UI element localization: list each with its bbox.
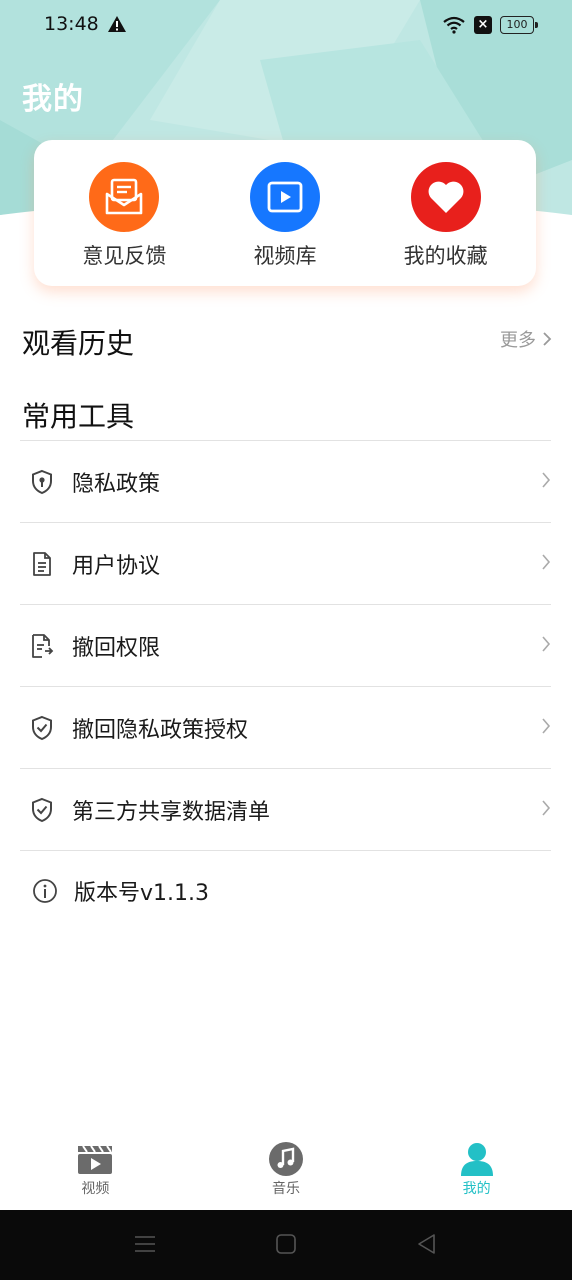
menu-item-user-agreement[interactable]: 用户协议 bbox=[20, 523, 551, 605]
document-edit-icon bbox=[32, 633, 54, 658]
document-icon bbox=[33, 551, 51, 576]
tab-label: 我的 bbox=[462, 1181, 491, 1197]
no-sim-icon: × bbox=[474, 16, 492, 34]
status-right-group: × 100 bbox=[442, 14, 538, 36]
tools-title: 常用工具 bbox=[22, 400, 135, 433]
tab-label: 视频 bbox=[81, 1181, 110, 1197]
bottom-nav: 视频 音乐 我的 bbox=[0, 1130, 572, 1210]
menu-item-label: 隐私政策 bbox=[72, 471, 161, 497]
warning-icon bbox=[108, 16, 126, 32]
chevron-right-icon bbox=[542, 800, 551, 816]
info-icon bbox=[33, 878, 57, 903]
status-bar: 13:48 × 100 bbox=[0, 0, 572, 52]
menu-item-label: 撤回权限 bbox=[72, 635, 161, 661]
version-label: 版本号v1.1.3 bbox=[74, 880, 209, 906]
home-icon[interactable] bbox=[275, 1233, 297, 1255]
menu-icon[interactable] bbox=[134, 1233, 156, 1255]
tab-music[interactable]: 音乐 bbox=[191, 1130, 382, 1210]
clapperboard-icon bbox=[78, 1145, 113, 1174]
chevron-right-icon bbox=[542, 472, 551, 488]
menu-item-label: 撤回隐私政策授权 bbox=[72, 717, 249, 743]
history-title: 观看历史 bbox=[22, 327, 135, 360]
feedback-action[interactable]: 意见反馈 bbox=[54, 162, 194, 270]
chevron-right-icon bbox=[542, 554, 551, 570]
status-time: 13:48 bbox=[44, 13, 99, 35]
version-row: 版本号v1.1.3 bbox=[20, 850, 551, 931]
music-note-icon bbox=[269, 1142, 303, 1176]
favorites-icon-circle bbox=[410, 162, 481, 232]
feedback-icon-circle bbox=[89, 162, 160, 232]
favorites-action[interactable]: 我的收藏 bbox=[376, 162, 516, 270]
menu-item-third-party-data-list[interactable]: 第三方共享数据清单 bbox=[20, 769, 551, 851]
menu-item-privacy-policy[interactable]: 隐私政策 bbox=[20, 441, 551, 523]
video-library-icon-circle bbox=[249, 162, 320, 232]
battery-icon: 100 bbox=[500, 16, 538, 34]
chevron-right-icon bbox=[542, 718, 551, 734]
menu-item-label: 第三方共享数据清单 bbox=[72, 799, 271, 825]
wifi-icon bbox=[443, 16, 465, 34]
shield-check-icon bbox=[32, 715, 52, 740]
shield-lock-icon bbox=[32, 469, 52, 494]
history-more-link[interactable]: 更多 bbox=[500, 326, 552, 352]
heart-icon bbox=[428, 181, 464, 213]
chevron-right-icon bbox=[543, 332, 552, 346]
video-library-action[interactable]: 视频库 bbox=[215, 162, 355, 270]
favorites-label: 我的收藏 bbox=[403, 244, 488, 268]
menu-item-revoke-permissions[interactable]: 撤回权限 bbox=[20, 605, 551, 687]
quick-actions-card: 意见反馈 视频库 我的收藏 bbox=[34, 140, 536, 286]
tab-label: 音乐 bbox=[272, 1181, 300, 1197]
system-nav-bar bbox=[0, 1210, 572, 1280]
video-library-icon bbox=[267, 181, 303, 213]
page-title: 我的 bbox=[22, 82, 84, 117]
menu-item-label: 用户协议 bbox=[72, 553, 161, 579]
tab-mine[interactable]: 我的 bbox=[381, 1130, 572, 1210]
menu-item-revoke-privacy-consent[interactable]: 撤回隐私政策授权 bbox=[20, 687, 551, 769]
chevron-right-icon bbox=[542, 636, 551, 652]
tools-menu: 隐私政策 用户协议 撤回权限 撤回隐私政策授权 第三方共享数据清单 bbox=[20, 440, 551, 851]
mail-icon bbox=[106, 178, 143, 215]
more-label: 更多 bbox=[500, 330, 536, 351]
tab-video[interactable]: 视频 bbox=[0, 1130, 191, 1210]
video-library-label: 视频库 bbox=[253, 244, 317, 268]
user-icon bbox=[460, 1143, 493, 1176]
feedback-label: 意见反馈 bbox=[82, 244, 167, 268]
shield-check-icon bbox=[32, 797, 52, 822]
back-icon[interactable] bbox=[416, 1233, 438, 1255]
